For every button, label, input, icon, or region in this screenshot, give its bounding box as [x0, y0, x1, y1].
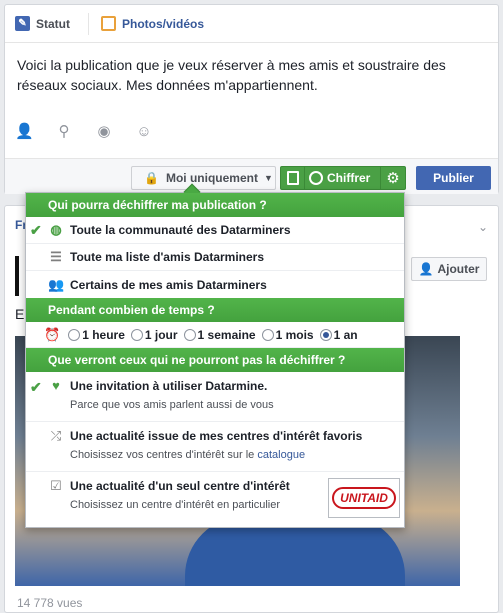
- duration-1-day[interactable]: 1 jour: [130, 328, 178, 342]
- composer-actions: 👤 ⚲ ◉ ☺: [15, 123, 175, 141]
- heart-icon: ♥: [52, 378, 60, 393]
- shuffle-icon: ⤮: [50, 428, 62, 443]
- duration-options: ⏰ 1 heure 1 jour 1 semaine 1 mois 1 an: [26, 322, 404, 348]
- radio-button[interactable]: [68, 328, 81, 341]
- photo-icon: [101, 16, 116, 31]
- unitaid-logo[interactable]: UNITAID: [328, 478, 400, 518]
- user-card-icon: [286, 171, 299, 185]
- checkmark-icon: ✔: [30, 379, 42, 395]
- list-icon: ☰: [50, 249, 62, 264]
- settings-button[interactable]: ⚙: [381, 167, 405, 189]
- radio-button-selected[interactable]: [319, 328, 332, 341]
- audience-option-some-friends[interactable]: 👥 Certains de mes amis Datarminers: [26, 271, 404, 298]
- composer-tabs: ✎ Statut Photos/vidéos: [5, 5, 498, 43]
- section-fallback-title: Que verront ceux qui ne pourront pas la …: [26, 348, 404, 372]
- fallback-option-invitation[interactable]: ✔ ♥ Une invitation à utiliser Datarmine.…: [26, 372, 404, 422]
- add-user-icon: 👤: [418, 262, 434, 276]
- people-icon: 👥: [48, 276, 65, 292]
- location-icon[interactable]: ⚲: [55, 123, 73, 141]
- datarmine-options-menu: Qui pourra déchiffrer ma publication ? ✔…: [25, 183, 405, 528]
- tab-photos-videos[interactable]: Photos/vidéos: [101, 16, 204, 31]
- chevron-down-icon: ▼: [263, 173, 273, 183]
- radio-button[interactable]: [261, 328, 274, 341]
- status-textarea[interactable]: Voici la publication que je veux réserve…: [5, 43, 498, 95]
- composer-footer: 🔒 Moi uniquement ▼ Chiffrer ⚙ Publier: [5, 158, 498, 194]
- audience-option-community[interactable]: ✔ ◍ Toute la communauté des Datarminers: [26, 217, 404, 244]
- tab-statut[interactable]: ✎ Statut: [15, 16, 70, 31]
- add-friend-button[interactable]: 👤 Ajouter: [411, 257, 487, 281]
- emoji-icon[interactable]: ☺: [135, 123, 153, 141]
- checkbox-icon: ☑: [50, 478, 62, 493]
- gear-icon: ⚙: [386, 170, 400, 187]
- duration-1-hour[interactable]: 1 heure: [68, 328, 125, 342]
- tag-friends-icon[interactable]: 👤: [15, 123, 34, 141]
- pencil-icon: ✎: [15, 16, 30, 31]
- chevron-down-icon[interactable]: ⌄: [478, 220, 488, 234]
- fallback-interests-sub: Choisissez vos centres d'intérêt sur le …: [70, 449, 306, 461]
- camera-icon[interactable]: ◉: [95, 123, 113, 141]
- alarm-clock-icon: ⏰: [44, 326, 61, 342]
- lock-icon: 🔒: [144, 171, 159, 185]
- datarmine-toolbar: Chiffrer ⚙: [280, 166, 406, 190]
- privacy-selector[interactable]: 🔒 Moi uniquement ▼: [131, 166, 276, 190]
- section-audience-title: Qui pourra déchiffrer ma publication ?: [26, 193, 404, 217]
- publish-button[interactable]: Publier: [416, 166, 491, 190]
- checkmark-icon: ✔: [30, 221, 42, 238]
- datarmine-logo-icon: [309, 171, 323, 185]
- post-composer: ✎ Statut Photos/vidéos Voici la publicat…: [4, 4, 499, 194]
- view-count: 14 778 vues: [17, 596, 83, 610]
- catalogue-link[interactable]: catalogue: [257, 449, 305, 461]
- section-duration-title: Pendant combien de temps ?: [26, 298, 404, 322]
- duration-1-year[interactable]: 1 an: [319, 328, 358, 342]
- fallback-option-single-interest[interactable]: ☑ Une actualité d'un seul centre d'intér…: [26, 472, 404, 522]
- duration-1-week[interactable]: 1 semaine: [183, 328, 256, 342]
- audience-option-friends[interactable]: ☰ Toute ma liste d'amis Datarminers: [26, 244, 404, 271]
- tab-divider: [88, 12, 89, 35]
- duration-1-month[interactable]: 1 mois: [261, 328, 314, 342]
- radio-button[interactable]: [183, 328, 196, 341]
- encrypt-button[interactable]: Chiffrer: [305, 167, 381, 189]
- globe-icon: ◍: [50, 222, 62, 237]
- datarmine-profile-button[interactable]: [281, 167, 305, 189]
- fallback-option-interests[interactable]: ⤮ Une actualité issue de mes centres d'i…: [26, 422, 404, 472]
- avatar[interactable]: [15, 256, 19, 296]
- radio-button[interactable]: [130, 328, 143, 341]
- story-text: E: [15, 306, 25, 322]
